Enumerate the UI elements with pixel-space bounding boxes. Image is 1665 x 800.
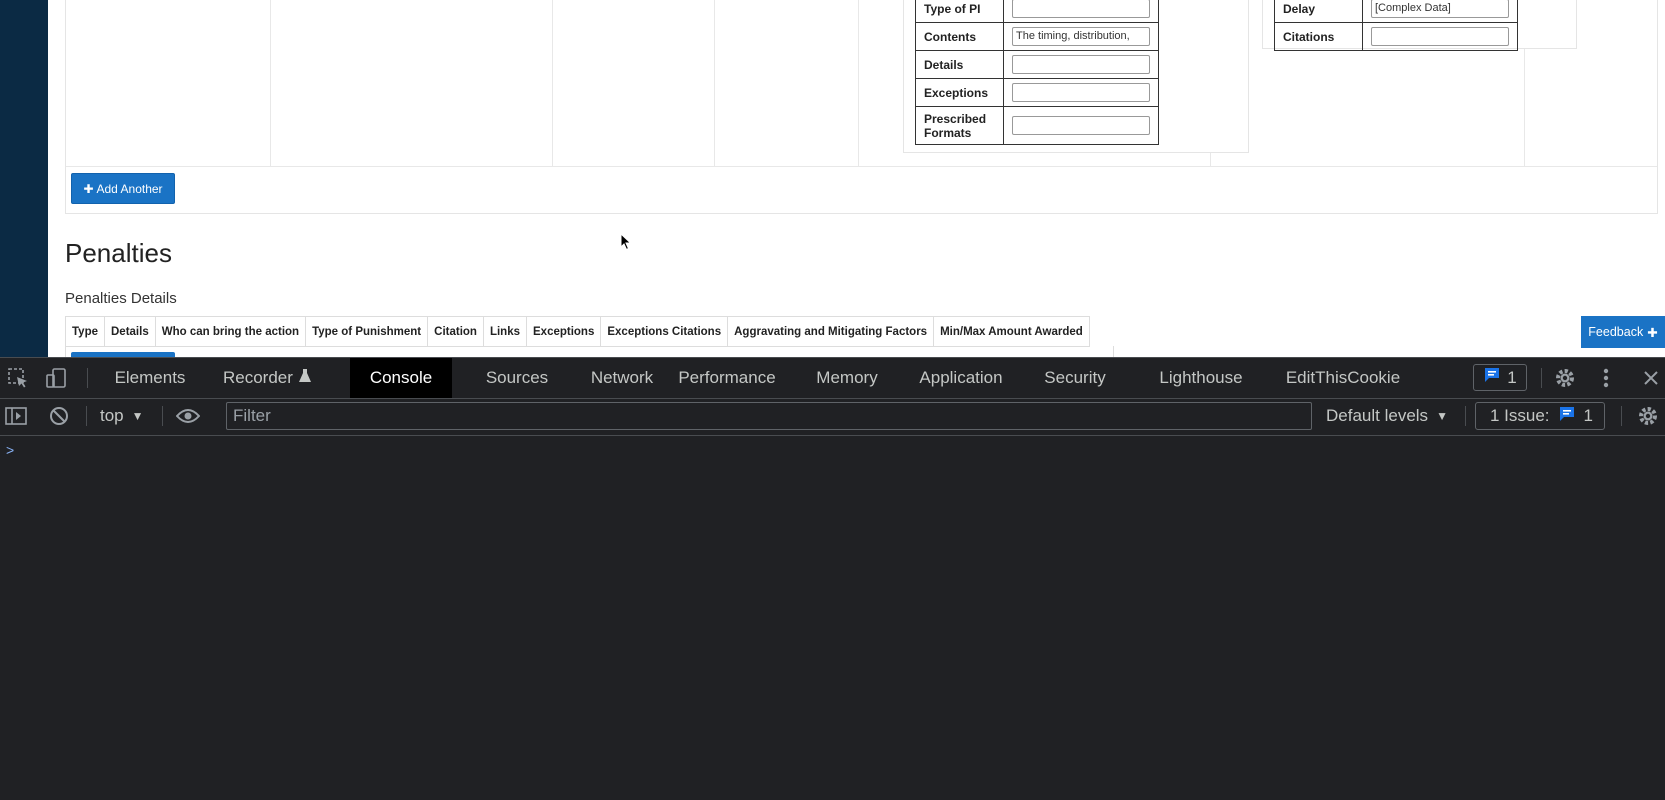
pi-value-input[interactable] xyxy=(1012,116,1150,135)
pi-value-input[interactable] xyxy=(1012,83,1150,102)
tab-editthiscookie[interactable]: EditThisCookie xyxy=(1275,358,1411,398)
pi-key: Details xyxy=(915,50,1004,79)
delay-value-input[interactable]: [Complex Data] xyxy=(1371,0,1509,18)
console-settings-gear-icon[interactable] xyxy=(1635,404,1661,428)
pi-key: Contents xyxy=(915,22,1004,51)
delay-row: Delay [Complex Data] xyxy=(1274,0,1518,23)
issues-counter-button[interactable]: 1 Issue: 1 xyxy=(1475,402,1605,430)
pi-row: Exceptions xyxy=(915,78,1159,107)
column-header[interactable]: Aggravating and Mitigating Factors xyxy=(727,316,935,347)
sidebar-toggle-icon[interactable] xyxy=(4,405,28,427)
mouse-cursor-icon xyxy=(620,233,632,251)
delay-key: Citations xyxy=(1274,22,1363,51)
flask-icon xyxy=(298,368,311,388)
device-toolbar-icon[interactable] xyxy=(44,367,68,389)
record-container: Type of PI Contents The timing, distributi… xyxy=(65,0,1658,214)
console-prompt[interactable]: > xyxy=(6,442,14,458)
tab-network[interactable]: Network xyxy=(566,358,678,398)
column-header[interactable]: Details xyxy=(104,316,156,347)
console-toolbar: top ▼ Filter Default levels ▼ 1 Issue: 1 xyxy=(0,397,1665,436)
penalties-heading: Penalties xyxy=(65,238,172,268)
column-header[interactable]: Citation xyxy=(427,316,484,347)
pi-row: Details xyxy=(915,50,1159,79)
delay-table: Delay [Complex Data] Citations xyxy=(1274,0,1518,51)
penalties-table: Type Details Who can bring the action Type … xyxy=(65,316,1090,347)
devtools-panel: Elements Recorder Console Sources Networ… xyxy=(0,357,1665,800)
column-header[interactable]: Type xyxy=(65,316,105,347)
tab-elements[interactable]: Elements xyxy=(99,358,201,398)
pi-row: Type of PI xyxy=(915,0,1159,23)
tab-application[interactable]: Application xyxy=(903,358,1019,398)
clear-console-icon[interactable] xyxy=(47,405,71,427)
plus-icon: ✚ xyxy=(83,181,94,196)
tab-console[interactable]: Console xyxy=(350,358,452,398)
pi-value-input[interactable] xyxy=(1012,0,1150,18)
column-header[interactable]: Type of Punishment xyxy=(305,316,429,347)
plus-icon: ✚ xyxy=(1647,325,1658,340)
delay-value-input[interactable] xyxy=(1371,27,1509,46)
message-icon xyxy=(1483,366,1501,389)
delay-row: Citations xyxy=(1274,22,1518,51)
issues-badge[interactable]: 1 xyxy=(1473,364,1527,391)
column-header[interactable]: Min/Max Amount Awarded xyxy=(933,316,1090,347)
app-sidebar xyxy=(0,0,48,357)
delay-key: Delay xyxy=(1274,0,1363,23)
live-expression-eye-icon[interactable] xyxy=(175,405,201,427)
pi-key: Prescribed Formats xyxy=(915,106,1004,145)
pi-key: Type of PI xyxy=(915,0,1004,23)
penalties-table-body xyxy=(65,346,1114,357)
pi-row: Contents The timing, distribution, xyxy=(915,22,1159,51)
tab-memory[interactable]: Memory xyxy=(804,358,890,398)
pi-value-input[interactable] xyxy=(1012,55,1150,74)
tab-security[interactable]: Security xyxy=(1030,358,1120,398)
devtools-tabbar: Elements Recorder Console Sources Networ… xyxy=(0,357,1665,399)
close-icon[interactable] xyxy=(1640,366,1662,390)
pi-row: Prescribed Formats xyxy=(915,106,1159,145)
tab-lighthouse[interactable]: Lighthouse xyxy=(1146,358,1256,398)
more-options-icon[interactable] xyxy=(1596,366,1616,390)
inspect-element-icon[interactable] xyxy=(6,367,30,389)
delay-panel: Delay [Complex Data] Citations xyxy=(1262,0,1577,51)
dropdown-arrow-icon: ▼ xyxy=(1436,409,1448,423)
settings-gear-icon[interactable] xyxy=(1552,366,1578,390)
feedback-button[interactable]: Feedback ✚ xyxy=(1581,316,1665,348)
page-content: Type of PI Contents The timing, distributi… xyxy=(48,0,1665,357)
tab-recorder[interactable]: Recorder xyxy=(211,358,335,398)
column-header[interactable]: Who can bring the action xyxy=(154,316,307,347)
pi-panel: Type of PI Contents The timing, distributi… xyxy=(903,0,1249,153)
pi-key: Exceptions xyxy=(915,78,1004,107)
column-header[interactable]: Links xyxy=(482,316,528,347)
dropdown-arrow-icon: ▼ xyxy=(131,409,144,423)
penalties-subheading: Penalties Details xyxy=(65,290,177,307)
tab-performance[interactable]: Performance xyxy=(670,358,784,398)
pi-value-input[interactable]: The timing, distribution, xyxy=(1012,27,1150,46)
console-filter-input[interactable]: Filter xyxy=(226,402,1312,430)
context-selector[interactable]: top ▼ xyxy=(100,402,144,430)
message-icon xyxy=(1558,405,1576,428)
tab-sources[interactable]: Sources xyxy=(466,358,568,398)
column-header[interactable]: Exceptions xyxy=(525,316,602,347)
column-header[interactable]: Exceptions Citations xyxy=(600,316,729,347)
add-another-button[interactable]: ✚ Add Another xyxy=(71,173,175,204)
log-levels-dropdown[interactable]: Default levels ▼ xyxy=(1326,402,1448,430)
pi-table: Type of PI Contents The timing, distributi… xyxy=(915,0,1159,145)
